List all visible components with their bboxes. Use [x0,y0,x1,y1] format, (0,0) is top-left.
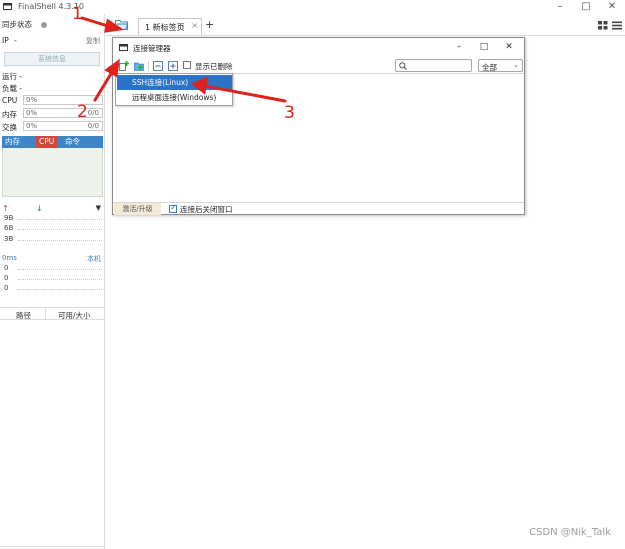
new-connection-icon[interactable] [119,61,129,71]
load-label: 负载 - [2,84,23,93]
toolbar-separator [148,61,149,71]
memory-meter-amount: 0/0 [87,109,99,117]
latency-grid-line [18,279,102,280]
panel-divider [0,546,105,547]
dialog-close-button[interactable]: ✕ [500,40,518,54]
close-after-connect-checkbox[interactable]: ✓ [169,203,177,213]
dialog-minimize-button[interactable]: – [450,40,468,54]
latency-graph: 0ms 本机 0 0 0 [2,251,103,299]
ip-label: IP [2,36,9,45]
tab-close-icon[interactable]: × [191,21,198,30]
search-icon [399,62,407,70]
app-logo-icon [3,3,12,10]
net-grid-line [18,219,102,220]
memory-meter: 0% 0/0 [23,108,103,118]
cpu-meter: 0% [23,95,103,105]
network-interface-dropdown-icon[interactable]: ▼ [96,204,101,212]
run-label: 运行 - [2,72,23,81]
latency-scale-label: 0 [4,274,9,282]
watermark: CSDN @Nik_Talk [529,527,611,538]
latency-scale-label: 0 [4,264,9,272]
latency-scale-label: 0 [4,284,9,292]
grid-view-icon[interactable] [598,21,608,30]
net-scale-label: 6B [4,224,14,232]
net-grid-line [18,240,102,241]
connection-search-input[interactable] [395,59,472,72]
filter-selected-value: 全部 [482,63,497,72]
annotation-step-3: 3 [284,103,295,123]
dialog-toolbar: 显示已删除 全部 ⌄ [113,58,524,74]
window-minimize-button[interactable]: – [547,0,573,14]
chevron-down-icon: ⌄ [513,61,519,69]
process-list [2,148,103,197]
sync-status-dot-icon [41,22,47,28]
server-status-panel: 同步状态 IP - 复制 系统信息 运行 - 负载 - CPU 0% 内存 0%… [0,14,105,549]
latency-grid-line [18,289,102,290]
swap-meter-value: 0% [26,122,38,130]
latency-grid-line [18,269,102,270]
upload-arrow-icon: ↑ [2,204,9,213]
download-arrow-icon: ↓ [36,204,43,213]
process-tab-cpu[interactable]: CPU [36,136,58,148]
swap-label: 交换 [2,123,17,132]
list-view-icon[interactable] [612,21,622,30]
swap-meter-amount: 0/0 [87,122,99,130]
activate-upgrade-button[interactable]: 激活/升级 [114,203,161,215]
annotation-step-1: 1 [72,4,83,24]
dialog-title: 连接管理器 [133,44,171,53]
close-after-connect-label: 连接后关闭窗口 [180,205,233,214]
connection-filter-select[interactable]: 全部 ⌄ [478,59,523,72]
sync-status-label: 同步状态 [2,20,32,29]
tab-new-tab-label: 1 新标签页 [145,23,185,32]
net-scale-label: 9B [4,214,14,222]
dialog-maximize-button[interactable]: □ [475,40,493,54]
column-divider [45,308,46,320]
annotation-step-2: 2 [77,102,88,122]
disk-table-header: 路径 可用/大小 [0,307,105,320]
net-grid-line [18,229,102,230]
disk-column-size[interactable]: 可用/大小 [58,310,91,321]
session-tab-bar: 1 新标签页 × + [106,14,625,36]
expand-all-icon[interactable] [168,61,178,71]
network-graph: ↑ ↓ ▼ 9B 6B 3B [2,204,103,248]
process-tab-memory[interactable]: 内存 [2,136,23,148]
show-deleted-label: 显示已删除 [195,62,233,71]
collapse-all-icon[interactable] [153,61,163,71]
swap-meter: 0% 0/0 [23,121,103,131]
copy-ip-link[interactable]: 复制 [86,36,100,46]
title-bar: FinalShell 4.3.10 – □ ✕ [0,0,625,14]
ip-value: - [14,36,17,45]
window-maximize-button[interactable]: □ [573,0,599,14]
memory-label: 内存 [2,110,17,119]
latency-value: 0ms [2,254,17,262]
app-logo-icon [119,44,128,51]
memory-meter-value: 0% [26,109,38,117]
tab-new-tab[interactable]: 1 新标签页 × [138,18,202,35]
window-close-button[interactable]: ✕ [599,0,625,14]
connection-manager-dialog: 连接管理器 – □ ✕ 显示已删除 全部 ⌄ 激活/升级 ✓ 连接后关闭窗口 [112,37,525,215]
disk-column-path[interactable]: 路径 [16,310,31,321]
net-scale-label: 3B [4,235,14,243]
cpu-meter-value: 0% [26,96,38,104]
folder-open-icon[interactable] [115,19,128,30]
menu-item-ssh-linux[interactable]: SSH连接(Linux) [117,75,232,90]
new-folder-icon[interactable] [134,61,144,71]
dialog-footer: 激活/升级 ✓ 连接后关闭窗口 [113,202,524,215]
cpu-label: CPU [2,96,18,105]
process-tab-command[interactable]: 命令 [62,136,83,148]
process-tab-bar: 内存 CPU 命令 [2,136,103,148]
latency-host: 本机 [87,255,101,263]
menu-item-rdp-windows[interactable]: 远程桌面连接(Windows) [117,90,232,105]
check-icon: ✓ [170,203,177,212]
system-info-button[interactable]: 系统信息 [4,52,100,66]
add-tab-icon[interactable]: + [205,18,214,31]
new-connection-menu: SSH连接(Linux) 远程桌面连接(Windows) [115,73,233,106]
show-deleted-checkbox[interactable] [183,61,191,69]
